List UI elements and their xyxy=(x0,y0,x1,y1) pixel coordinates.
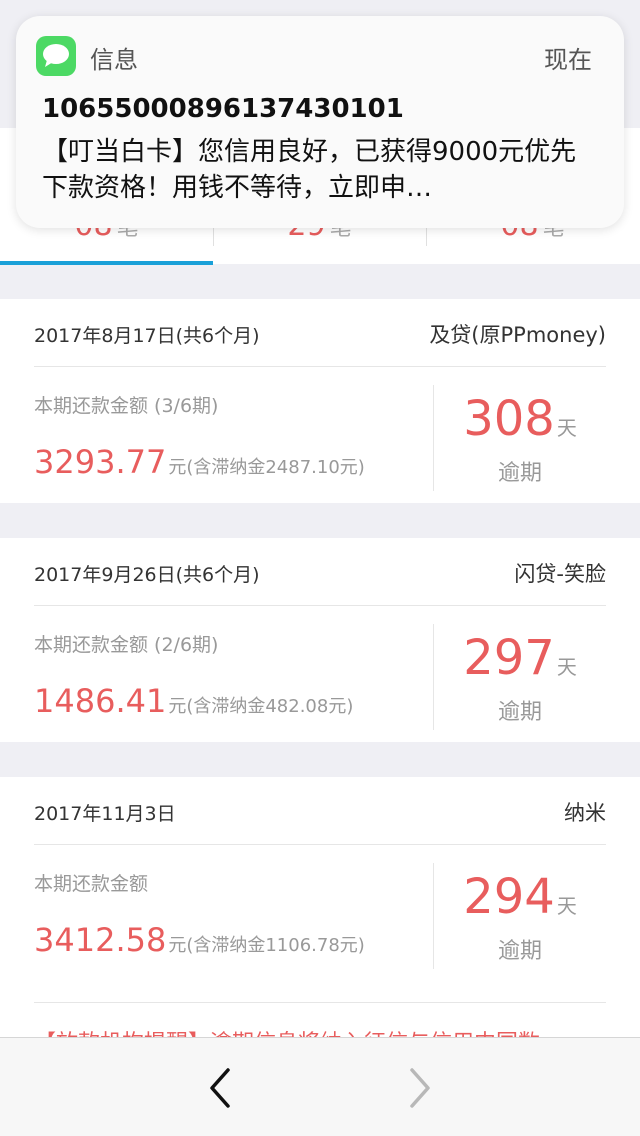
amount-row: 3412.58 元(含滞纳金1106.78元) xyxy=(34,921,365,959)
card-header: 2017年11月3日 纳米 xyxy=(34,777,606,845)
period-label: 本期还款金额 xyxy=(34,873,149,895)
loan-card[interactable]: 2017年11月3日 纳米 本期还款金额 3412.58 元(含滞纳金1106.7… xyxy=(0,777,640,1056)
notification-app-name: 信息 xyxy=(90,46,138,74)
period-label: 本期还款金额 (2/6期) xyxy=(34,634,219,656)
amount-row: 3293.77 元(含滞纳金2487.10元) xyxy=(34,443,365,481)
tab-active-indicator xyxy=(0,261,213,265)
lender-name: 及贷(原PPmoney) xyxy=(429,323,606,347)
overdue-days-value: 308 xyxy=(463,391,555,447)
overdue-days-value: 294 xyxy=(463,869,555,925)
overdue-status: 逾期 xyxy=(497,700,542,725)
card-header: 2017年8月17日(共6个月) 及贷(原PPmoney) xyxy=(34,299,606,367)
period-label: 本期还款金额 (3/6期) xyxy=(34,395,219,417)
loan-date: 2017年9月26日(共6个月) xyxy=(34,564,260,586)
amount-row: 1486.41 元(含滞纳金482.08元) xyxy=(34,682,353,720)
loan-card[interactable]: 2017年9月26日(共6个月) 闪贷-笑脸 本期还款金额 (2/6期) 148… xyxy=(0,538,640,742)
days-unit: 天 xyxy=(556,655,577,679)
notification-body: 【叮当白卡】您信用良好，已获得9000元优先下款资格！用钱不等待，立即申… xyxy=(42,137,577,203)
notification-sender: 10655000896137430101 xyxy=(42,94,404,124)
repayment-amount: 3412.58 xyxy=(34,921,167,959)
browser-toolbar xyxy=(0,1037,640,1136)
overdue-status: 逾期 xyxy=(497,939,542,964)
days-unit: 天 xyxy=(556,416,577,440)
sms-notification-banner[interactable]: 信息 现在 10655000896137430101 【叮当白卡】您信用良好，已… xyxy=(16,16,624,228)
overdue-days: 297 天 xyxy=(434,630,606,686)
days-unit: 天 xyxy=(556,894,577,918)
notification-time: 现在 xyxy=(544,46,592,74)
overdue-days-value: 297 xyxy=(463,630,555,686)
overdue-days: 308 天 xyxy=(434,391,606,447)
lender-name: 纳米 xyxy=(564,801,606,825)
chevron-right-icon[interactable] xyxy=(400,1066,440,1110)
loan-date: 2017年8月17日(共6个月) xyxy=(34,325,260,347)
repayment-amount: 3293.77 xyxy=(34,443,167,481)
chevron-left-icon[interactable] xyxy=(200,1066,240,1110)
lender-name: 闪贷-笑脸 xyxy=(514,562,606,586)
loan-card[interactable]: 2017年8月17日(共6个月) 及贷(原PPmoney) 本期还款金额 (3/… xyxy=(0,299,640,503)
repayment-amount: 1486.41 xyxy=(34,682,167,720)
overdue-status: 逾期 xyxy=(497,461,542,486)
loan-date: 2017年11月3日 xyxy=(34,803,176,825)
card-header: 2017年9月26日(共6个月) 闪贷-笑脸 xyxy=(34,538,606,606)
late-fee-note: 元(含滞纳金482.08元) xyxy=(168,696,354,717)
overdue-days: 294 天 xyxy=(434,869,606,925)
late-fee-note: 元(含滞纳金2487.10元) xyxy=(168,457,365,478)
late-fee-note: 元(含滞纳金1106.78元) xyxy=(168,935,365,956)
messages-icon xyxy=(36,36,76,76)
